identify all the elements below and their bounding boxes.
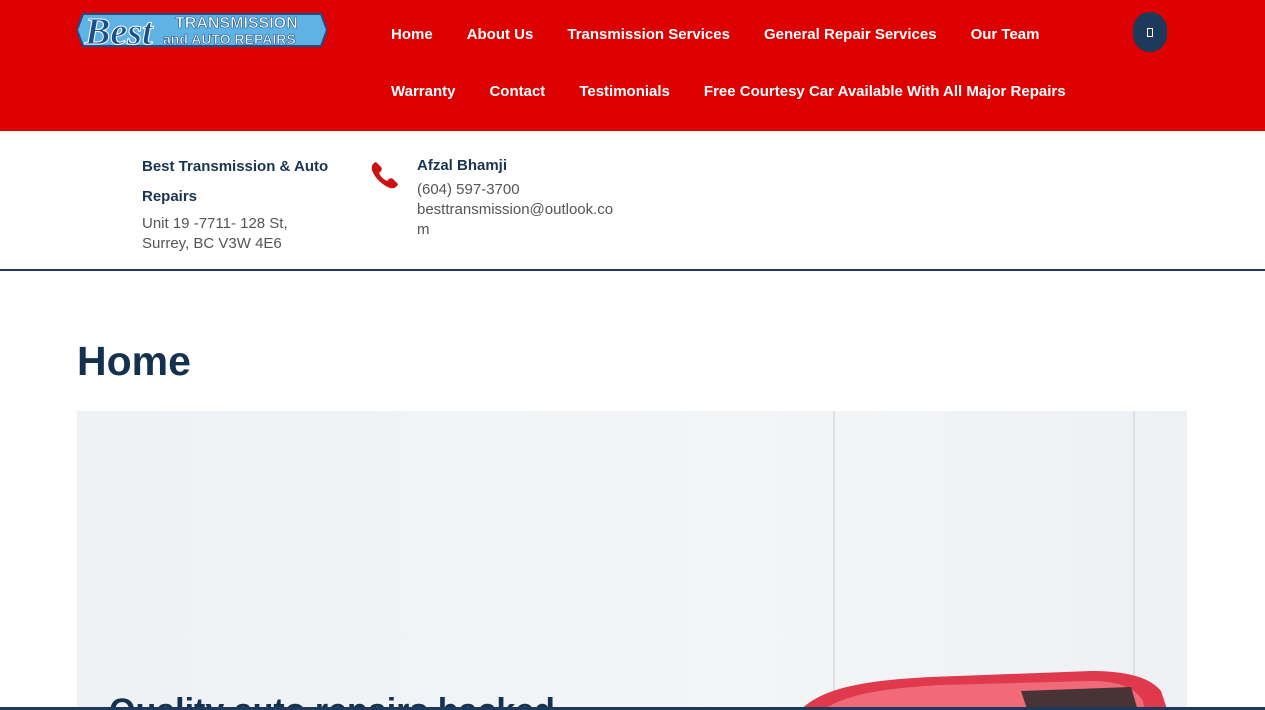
contact-phone[interactable]: (604) 597-3700 xyxy=(417,180,622,200)
logo-best-text: Best xyxy=(84,11,154,53)
business-name: Best Transmission & Auto Repairs xyxy=(142,158,329,205)
hero-banner: Quality auto repairs backed xyxy=(77,411,1187,710)
nav-transmission-services[interactable]: Transmission Services xyxy=(567,24,730,46)
hero-car-image xyxy=(800,671,1168,710)
site-header: Best TRANSMISSION and AUTO REPAIRS Home … xyxy=(0,0,1265,131)
search-button[interactable] xyxy=(1133,12,1167,52)
contact-person-name: Afzal Bhamji xyxy=(417,157,508,174)
primary-nav-row2: Warranty Contact Testimonials Free Court… xyxy=(391,81,1100,103)
nav-about-us[interactable]: About Us xyxy=(467,24,534,46)
nav-contact[interactable]: Contact xyxy=(489,81,545,103)
nav-warranty[interactable]: Warranty xyxy=(391,81,455,103)
logo-auto-repairs-text: and AUTO REPAIRS xyxy=(163,31,296,47)
contact-email[interactable]: besttransmission@outlook.com xyxy=(417,200,622,240)
search-icon xyxy=(1147,27,1153,37)
nav-testimonials[interactable]: Testimonials xyxy=(579,81,670,103)
business-info: Best Transmission & Auto Repairs Unit 19… xyxy=(142,152,352,254)
site-logo[interactable]: Best TRANSMISSION and AUTO REPAIRS xyxy=(77,6,327,54)
page-title: Home xyxy=(77,338,191,384)
logo-transmission-text: TRANSMISSION xyxy=(175,15,298,32)
contact-person: Afzal Bhamji (604) 597-3700 besttransmis… xyxy=(417,152,622,240)
nav-general-repair-services[interactable]: General Repair Services xyxy=(764,24,937,46)
nav-our-team[interactable]: Our Team xyxy=(971,24,1040,46)
phone-icon xyxy=(371,162,398,189)
contact-strip: Best Transmission & Auto Repairs Unit 19… xyxy=(0,131,1265,271)
nav-home[interactable]: Home xyxy=(391,24,433,46)
address-line2: Surrey, BC V3W 4E6 xyxy=(142,235,282,252)
primary-nav-row1: Home About Us Transmission Services Gene… xyxy=(391,24,1073,46)
nav-free-courtesy-car[interactable]: Free Courtesy Car Available With All Maj… xyxy=(704,81,1066,103)
address-line1: Unit 19 -7711- 128 St, xyxy=(142,215,288,232)
